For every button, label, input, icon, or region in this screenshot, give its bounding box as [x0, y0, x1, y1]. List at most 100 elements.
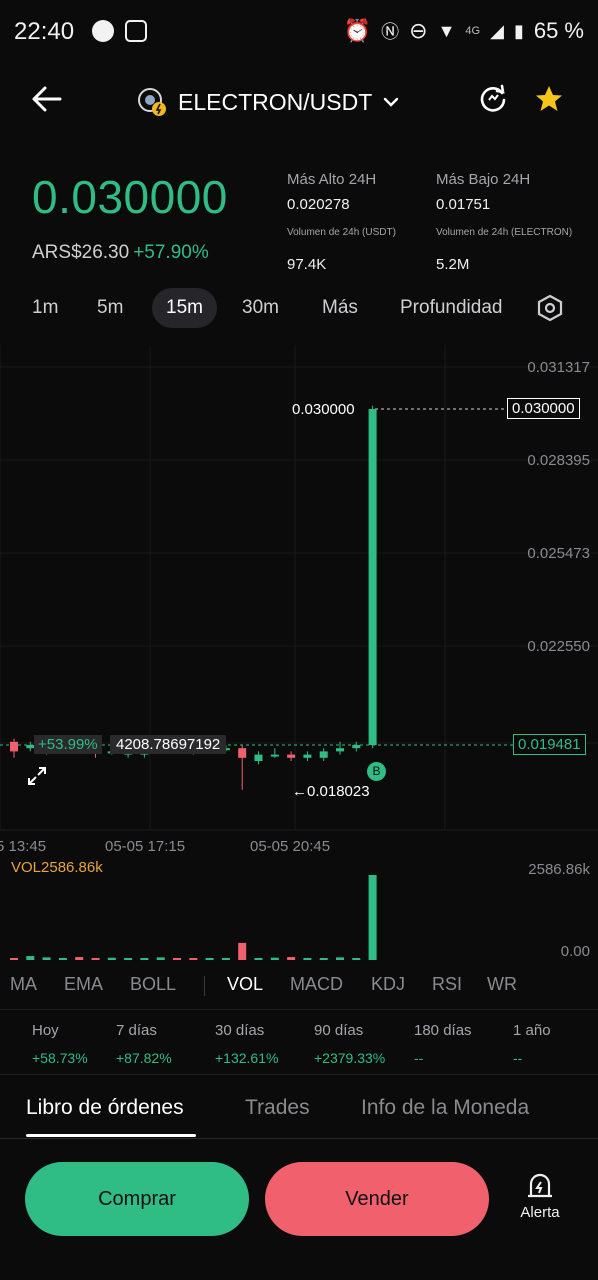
perf-value-90d: +2379.33% [314, 1050, 386, 1066]
nfc-icon: Ⓝ [381, 22, 400, 42]
volume-label: VOL2586.86k [11, 859, 103, 876]
candle-body [238, 748, 247, 758]
alert-button[interactable]: Alerta [510, 1170, 570, 1221]
back-button[interactable] [30, 82, 64, 121]
bell-alert-icon [528, 1173, 552, 1198]
volume-bar [173, 958, 181, 960]
candle-body [303, 754, 312, 758]
volume-bar [26, 956, 35, 960]
perf-value-180d: -- [414, 1050, 424, 1066]
tab-more[interactable]: Más [322, 288, 358, 328]
candle-body [254, 754, 263, 761]
status-icons: ⏰ Ⓝ ⊖ ▼ 4G ◢ ▮ 65 % [344, 18, 584, 44]
pair-name: ELECTRON/USDT [178, 88, 373, 115]
candle-body [319, 751, 328, 758]
volume-electron-value: 5.2M [436, 256, 470, 273]
expand-chart-button[interactable] [26, 765, 48, 792]
refresh-button[interactable] [478, 84, 508, 119]
battery-icon: ▮ [513, 20, 524, 41]
volume-bar [319, 958, 328, 960]
active-tab-indicator [26, 1134, 196, 1137]
price-chart[interactable]: 0.031317 0.028395 0.025473 0.022550 0.03… [0, 345, 598, 960]
tab-depth[interactable]: Profundidad [400, 288, 502, 328]
volume-bar [58, 958, 67, 960]
buy-button[interactable]: Comprar [25, 1162, 249, 1236]
indicator-ma[interactable]: MA [10, 974, 37, 995]
divider [0, 1009, 598, 1010]
detail-tabs: Libro de órdenes Trades Info de la Moned… [0, 1092, 598, 1139]
battery-level: 65 % [533, 18, 584, 43]
volume-bar [270, 957, 279, 960]
divider [0, 1074, 598, 1075]
perf-label-1y: 1 año [513, 1022, 551, 1039]
volume-bar [287, 957, 296, 960]
volume-bar [75, 957, 84, 960]
low-marker: ←0.018023 [292, 783, 370, 800]
volume-bar [352, 958, 361, 960]
favorite-button[interactable] [534, 84, 564, 119]
volume-bar [107, 957, 116, 960]
buy-marker[interactable]: B [367, 762, 386, 781]
volume-max: 2586.86k [528, 861, 590, 878]
indicator-vol[interactable]: VOL [227, 974, 263, 995]
indicator-boll[interactable]: BOLL [130, 974, 176, 995]
back-arrow-icon [32, 86, 62, 112]
sell-button[interactable]: Vender [265, 1162, 489, 1236]
high-24h-value: 0.020278 [287, 196, 350, 213]
volume-bar [238, 942, 247, 960]
header: ELECTRON/USDT [0, 76, 598, 126]
tab-15m[interactable]: 15m [152, 288, 217, 328]
indicator-rsi[interactable]: RSI [432, 974, 462, 995]
chevron-down-icon [384, 97, 399, 107]
perf-label-today: Hoy [32, 1022, 59, 1039]
status-bar: 22:40 ⏰ Ⓝ ⊖ ▼ 4G ◢ ▮ 65 % [0, 0, 598, 64]
tab-coin-info[interactable]: Info de la Moneda [361, 1096, 529, 1120]
volume-bar [140, 958, 149, 960]
y-tick-3: 0.025473 [527, 545, 590, 562]
candle-body [368, 409, 377, 745]
indicator-macd[interactable]: MACD [290, 974, 343, 995]
y-tick-1: 0.031317 [527, 359, 590, 376]
tab-1m[interactable]: 1m [32, 288, 58, 328]
timeframe-tabs: 1m 5m 15m 30m Más Profundidad [0, 288, 598, 328]
volume-bar [91, 958, 100, 960]
perf-value-30d: +132.61% [215, 1050, 279, 1066]
last-price-tag: 0.030000 [507, 398, 580, 419]
status-time: 22:40 [14, 18, 75, 45]
indicator-kdj[interactable]: KDJ [371, 974, 405, 995]
candle-body [10, 741, 18, 752]
indicator-ema[interactable]: EMA [64, 974, 103, 995]
indicator-tabs: MA EMA BOLL VOL MACD KDJ RSI WR [0, 972, 598, 1000]
token-logo-icon [138, 88, 166, 116]
tab-30m[interactable]: 30m [242, 288, 279, 328]
tab-trades[interactable]: Trades [245, 1096, 310, 1120]
fiat-price: ARS$26.30 +57.90% [32, 242, 209, 264]
volume-usdt-value: 97.4K [287, 256, 327, 273]
signal-icon: ◢ [490, 20, 504, 41]
tab-5m[interactable]: 5m [97, 288, 123, 328]
price-change: +57.90% [133, 242, 209, 263]
overlay-value: 4208.78697192 [110, 735, 227, 754]
x-tick-3: 05-05 20:45 [250, 838, 331, 855]
last-price: 0.030000 [32, 171, 228, 223]
volume-bar [254, 958, 263, 960]
alarm-icon: ⏰ [343, 18, 372, 43]
media-icon [92, 20, 114, 42]
star-icon [536, 86, 562, 111]
indicator-wr[interactable]: WR [487, 974, 517, 995]
volume-min: 0.00 [560, 943, 590, 960]
indicator-divider [204, 976, 205, 996]
low-24h-value: 0.01751 [436, 196, 491, 213]
tab-order-book[interactable]: Libro de órdenes [26, 1096, 184, 1120]
volume-bar [10, 958, 18, 960]
perf-value-today: +58.73% [32, 1050, 88, 1066]
pair-selector[interactable]: ELECTRON/USDT [136, 86, 400, 118]
volume-bar [189, 958, 198, 960]
chart-settings-button[interactable] [536, 294, 564, 327]
volume-bar [42, 957, 51, 960]
perf-label-7d: 7 días [116, 1022, 157, 1039]
expand-icon [28, 767, 46, 785]
volume-bar [336, 957, 344, 960]
perf-value-7d: +87.82% [116, 1050, 172, 1066]
volume-bar [221, 958, 230, 960]
